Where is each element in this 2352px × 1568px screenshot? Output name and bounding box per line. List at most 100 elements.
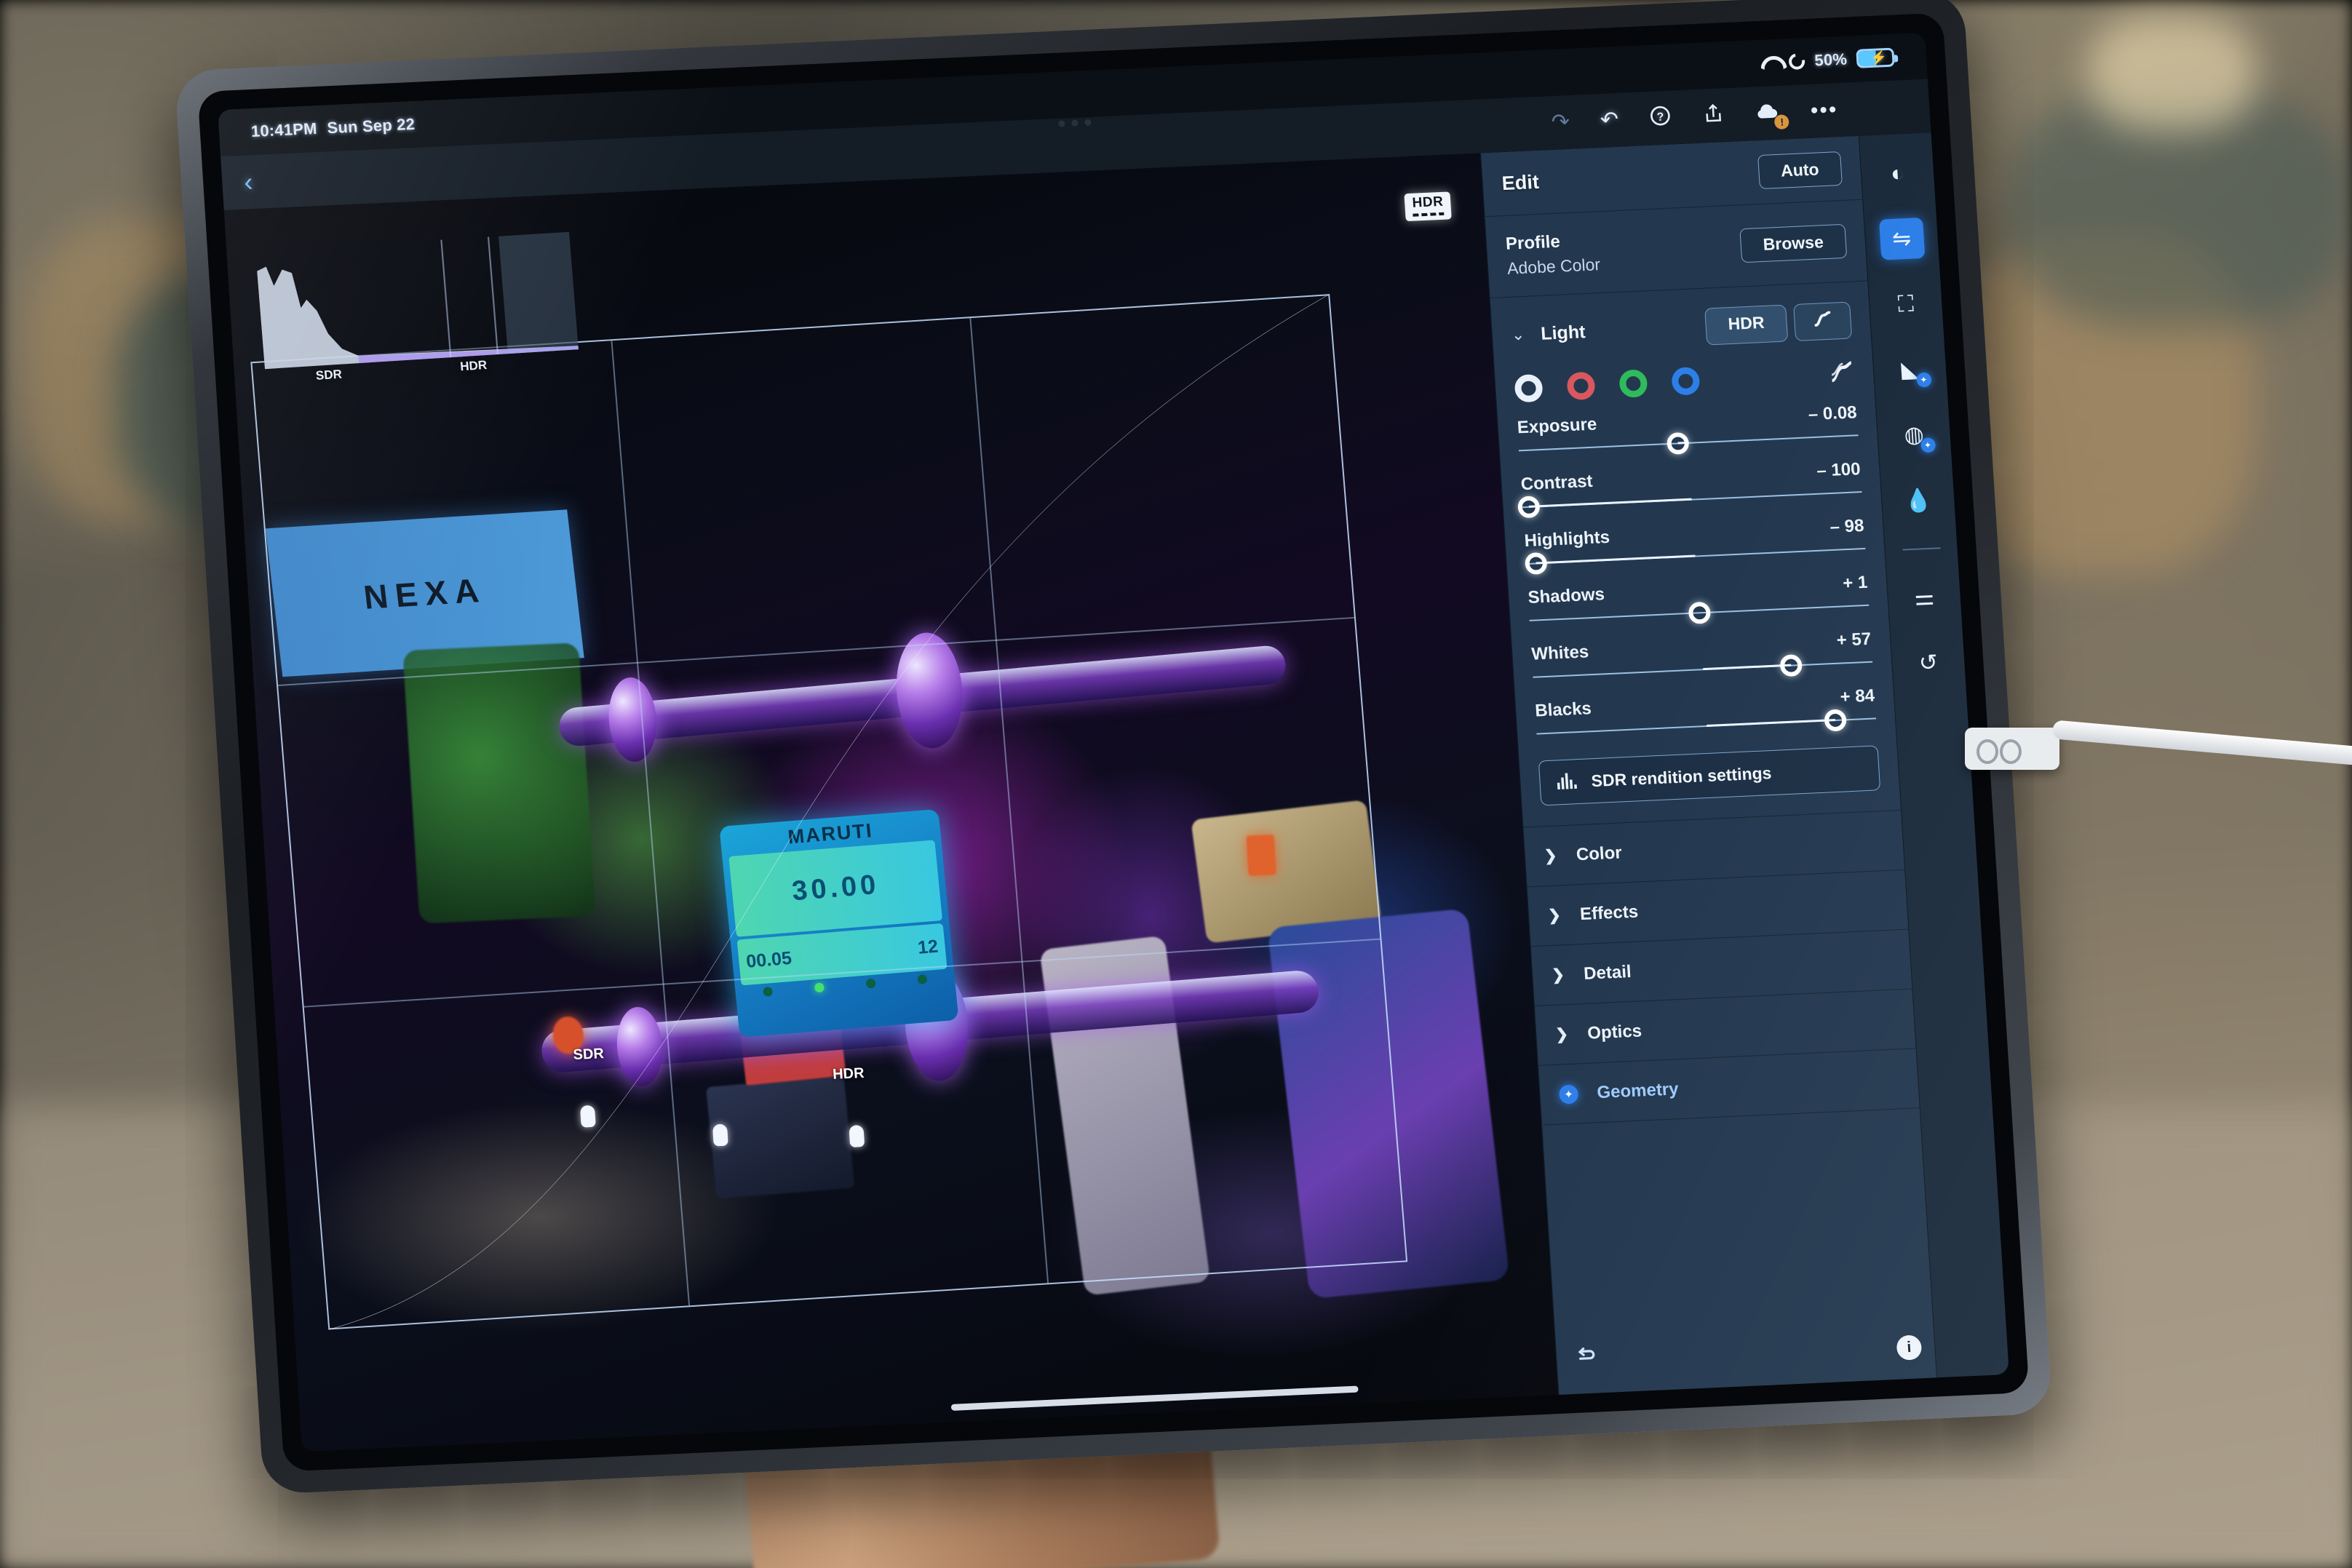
section-label: Detail [1583,961,1632,984]
section-label: Effects [1579,902,1639,924]
tone-curve-icon[interactable] [1793,301,1853,341]
point-curve-icon[interactable] [1827,359,1856,390]
histogram-hdr-label: HDR [460,358,488,374]
histogram-sdr-label: SDR [315,367,343,383]
undo-icon[interactable]: ↶ [1600,108,1619,132]
slider-name: Exposure [1517,414,1598,438]
status-date: Sun Sep 22 [326,114,416,138]
chevron-down-icon[interactable]: ⌄ [1511,325,1525,345]
battery-percent: 50% [1813,49,1848,70]
section-label: Color [1576,842,1623,864]
slider-value: + 84 [1839,685,1875,707]
panel-title: Edit [1501,170,1540,195]
tone-curve-handle[interactable] [848,1125,865,1148]
hdr-badge: HDR [1404,191,1452,222]
share-icon[interactable] [1702,102,1725,129]
slider-knob[interactable] [1688,601,1711,624]
ai-star-icon: ✦ [1558,1083,1579,1105]
light-title: Light [1540,321,1586,344]
tone-curve-handle[interactable] [712,1123,728,1147]
cloud-sync-icon[interactable]: ! [1755,100,1790,130]
slider-knob[interactable] [1824,709,1847,732]
rotation-lock-icon [1786,50,1808,73]
reset-icon[interactable] [1575,1345,1600,1371]
slider-value: + 1 [1842,572,1869,594]
section-label: Optics [1586,1020,1642,1043]
channel-rgb-icon[interactable] [1514,373,1544,403]
channel-green-icon[interactable] [1618,369,1648,398]
slider-fill [1535,554,1696,565]
photo-box [705,1076,854,1199]
slider-knob[interactable] [1779,654,1803,677]
redo-icon[interactable]: ↷ [1551,110,1570,135]
light-header-left[interactable]: ⌄ Light [1511,322,1586,346]
sdr-rendition-settings-button[interactable]: SDR rendition settings [1538,745,1881,806]
more-options-icon[interactable]: ••• [1810,97,1839,124]
section-label: Geometry [1596,1078,1680,1102]
tone-curve-handle[interactable] [580,1105,597,1128]
browse-profiles-button[interactable]: Browse [1739,223,1848,263]
photo-canvas[interactable]: NEXA MARUTI 30.00 00.05 12 SDR HDR SDR H… [223,153,1559,1452]
status-time: 10:41PM [250,119,318,141]
slider-knob[interactable] [1517,496,1541,519]
meter-distance: 12 [916,936,939,958]
chevron-right-icon: ❯ [1551,966,1565,984]
preview-toggle-icon[interactable]: ◐ [1875,152,1920,195]
history-icon[interactable]: ↺ [1905,642,1951,685]
meter-led-stop [865,979,876,990]
slider-name: Shadows [1527,584,1605,608]
slider-name: Highlights [1523,527,1610,552]
channel-red-icon[interactable] [1566,371,1596,401]
channel-spacer [1724,376,1803,380]
edit-sections: ❯ Color ❯ Effects ❯ Detail ❯ Optics ✦ Geometry [1523,810,1920,1126]
meter-rate: 00.05 [744,947,792,972]
svg-text:?: ? [1657,111,1665,124]
auto-button[interactable]: Auto [1757,151,1843,190]
hdr-toggle-button[interactable]: HDR [1704,304,1789,346]
meter-led-night-mode [917,974,928,985]
slider-knob[interactable] [1524,552,1548,576]
histogram-bars-icon [1556,770,1579,795]
crop-geometry-icon[interactable]: ⛶ [1883,283,1928,326]
panel-filler [1542,1108,1932,1325]
ai-star-icon: ✦ [1920,437,1936,453]
cloud-warning-badge: ! [1774,114,1790,130]
slider-fill [1529,498,1693,508]
back-button[interactable]: ‹ [243,167,254,196]
tone-curve-hdr-label: HDR [832,1065,865,1083]
scene: 10:41PM Sun Sep 22 50% ⚡ ‹ ↷ ↶ ? ! ••• N… [0,0,2352,1568]
healing-brush-icon[interactable]: ◣ ✦ [1887,349,1933,391]
tone-curve-sdr-label: SDR [572,1046,605,1064]
light-section: ⌄ Light HDR Exposure – 0.08 Contrast – 1… [1490,281,1902,828]
photo-chrome-ball [893,631,966,750]
slider-knob[interactable] [1666,431,1690,455]
ipad-screen: 10:41PM Sun Sep 22 50% ⚡ ‹ ↷ ↶ ? ! ••• N… [218,32,2009,1452]
light-mode-toggle: HDR [1704,301,1853,346]
slider-value: – 0.08 [1808,402,1858,425]
ai-star-icon: ✦ [1915,372,1932,388]
photo-fabric [1267,908,1511,1300]
presets-versions-icon[interactable]: ⚌ [1901,576,1947,619]
slider-value: + 57 [1835,629,1872,650]
photo-amber-light [1246,835,1276,876]
slider-fill [1706,718,1836,728]
masking-icon[interactable]: ◍ ✦ [1891,413,1936,456]
photo-taxi-meter: MARUTI 30.00 00.05 12 [718,808,959,1038]
meter-led-hired [814,982,825,993]
histogram[interactable]: SDR HDR [255,231,579,383]
help-icon[interactable]: ? [1648,103,1673,132]
photo-chrome-ball [605,676,659,763]
channel-blue-icon[interactable] [1671,367,1701,396]
cable-plug [1965,728,2059,770]
rail-divider [1902,547,1941,551]
edit-sliders-icon[interactable]: ⇋ [1878,217,1925,260]
retouch-drop-icon[interactable]: 💧 [1895,479,1941,522]
photo-chrome-ball [614,1006,665,1088]
ipad-device: 10:41PM Sun Sep 22 50% ⚡ ‹ ↷ ↶ ? ! ••• N… [174,0,2053,1495]
slider-name: Contrast [1520,471,1594,495]
sdr-rendition-label: SDR rendition settings [1590,763,1773,790]
usb-c-cable [1965,720,2352,771]
wifi-icon [1760,55,1780,70]
slider-fill [1702,664,1792,671]
profile-value: Adobe Color [1506,255,1601,278]
